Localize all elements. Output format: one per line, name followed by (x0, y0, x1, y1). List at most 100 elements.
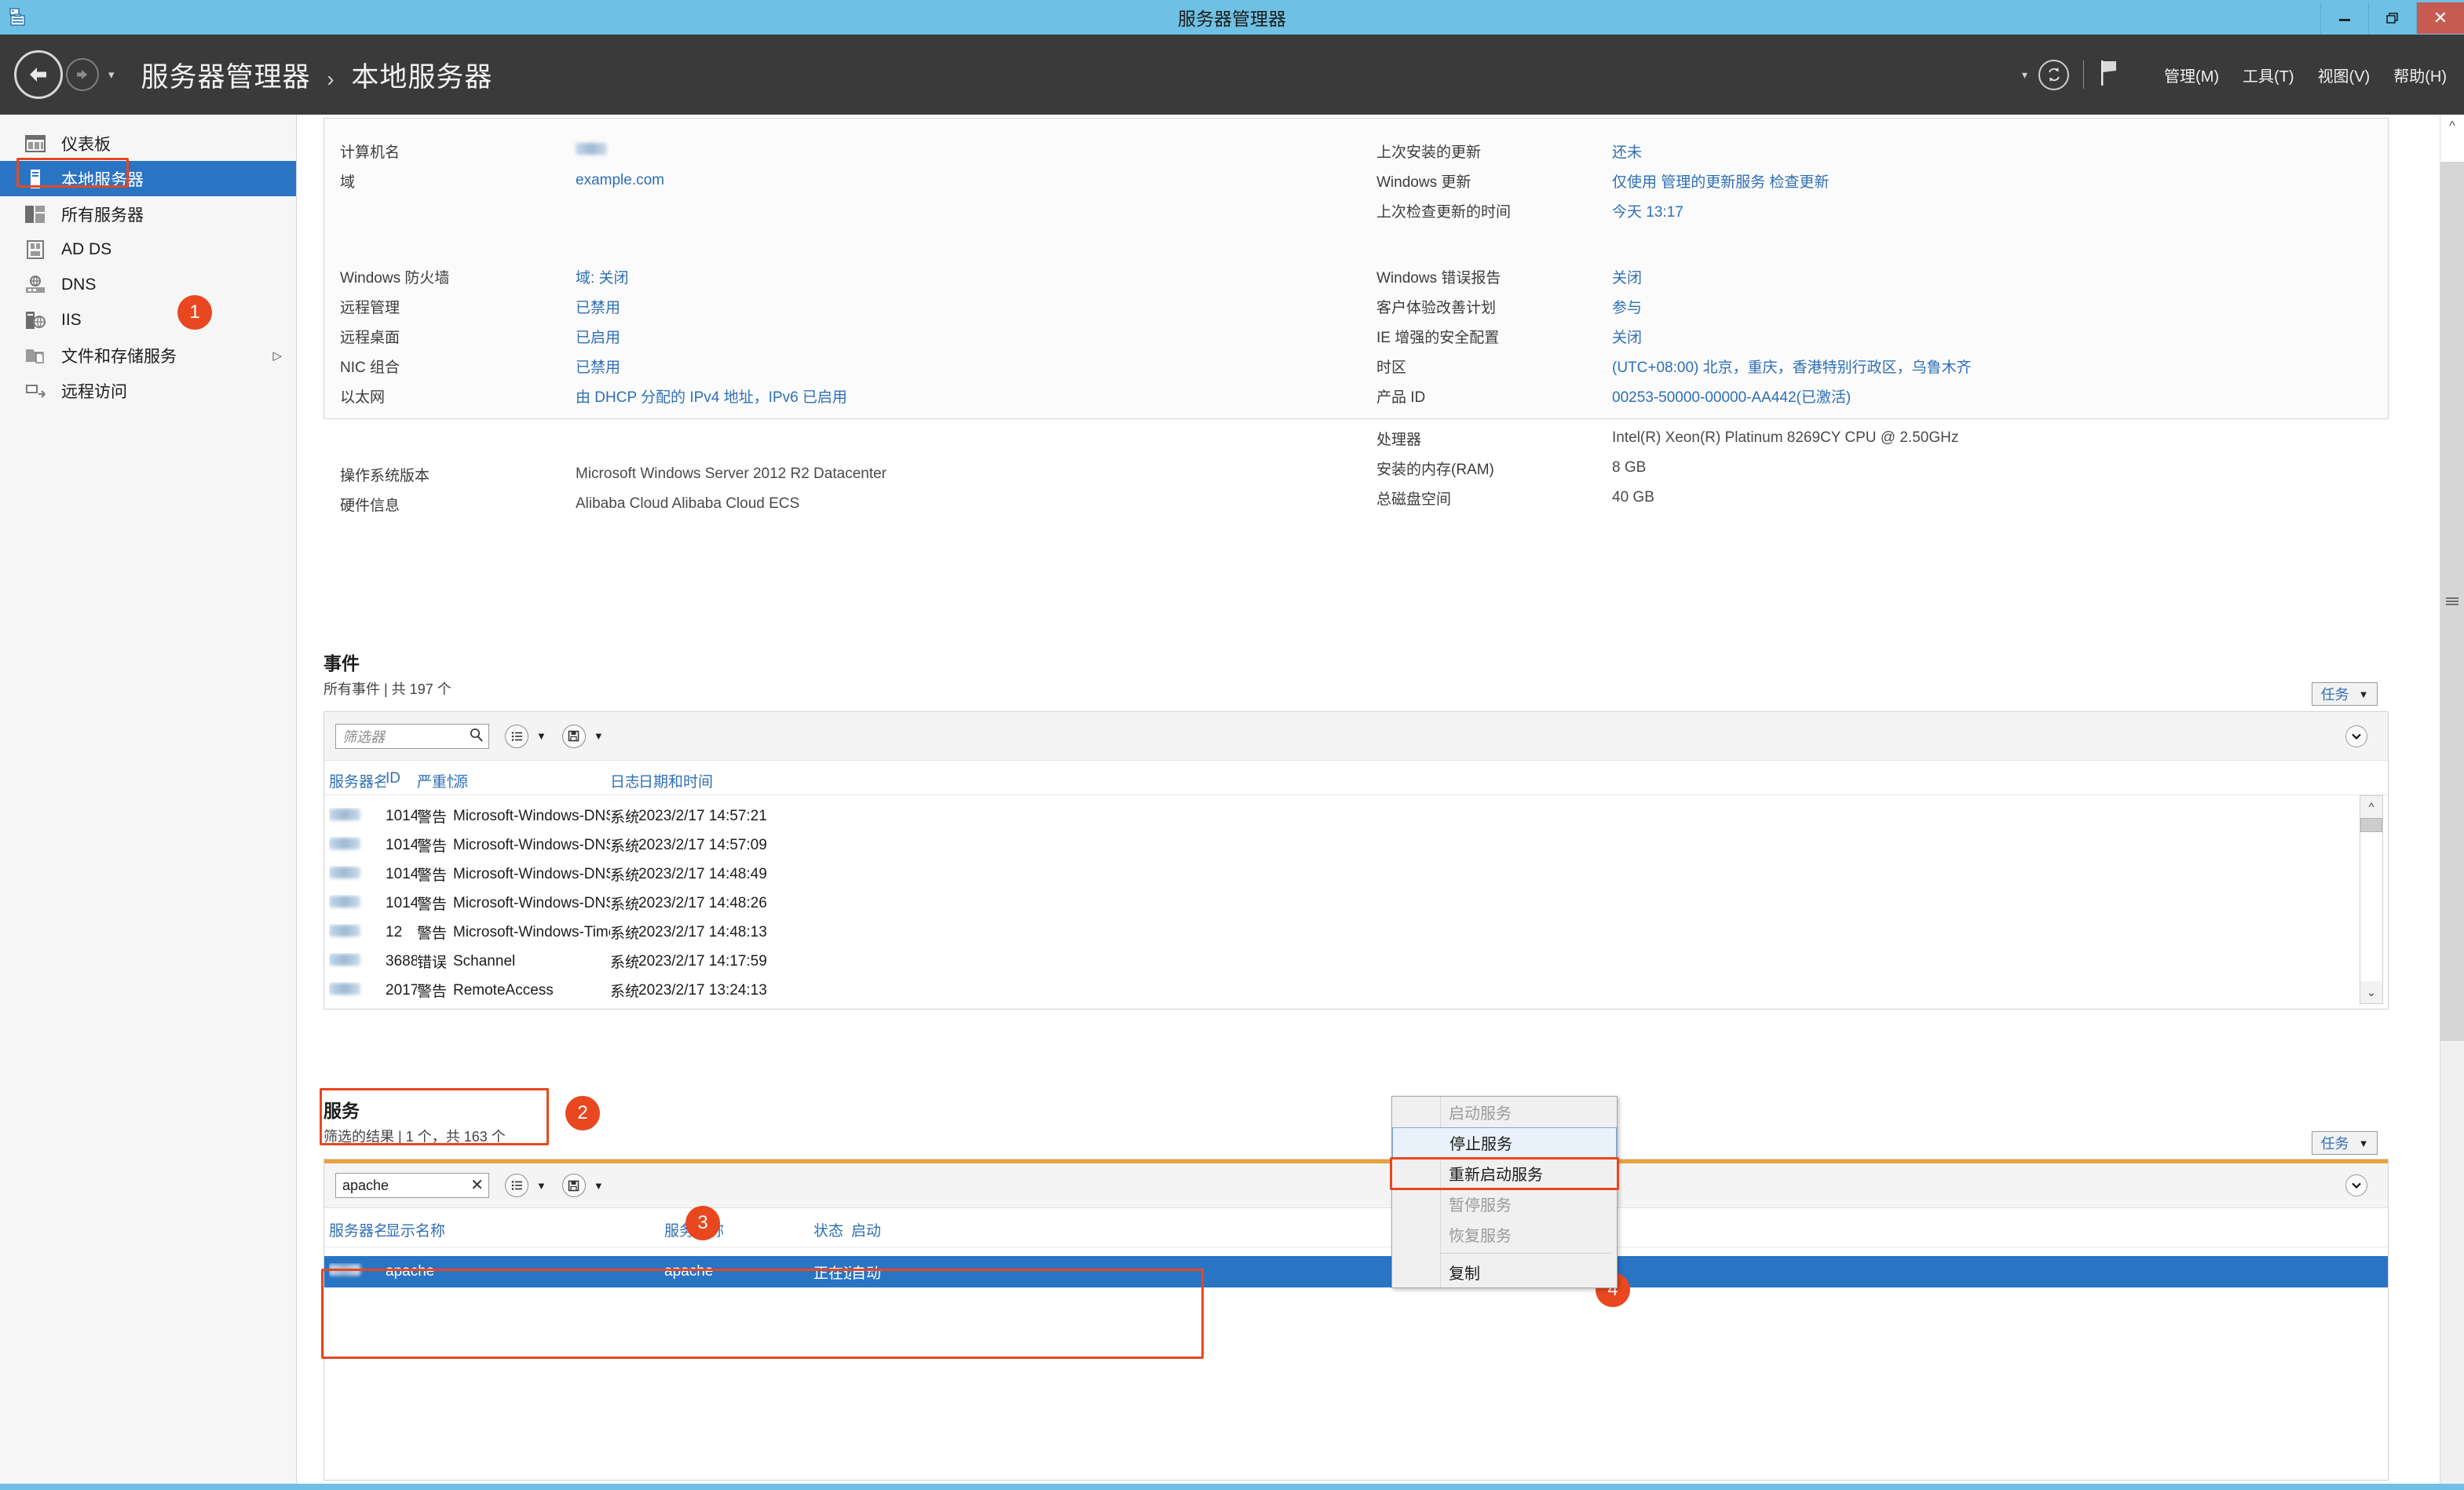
services-column-startup[interactable]: 启动 (851, 1219, 898, 1240)
events-save-icon[interactable] (561, 724, 586, 748)
table-row[interactable]: 12 警告 Microsoft-Windows-Time-Service 系统 … (324, 918, 2388, 947)
breadcrumb-root[interactable]: 服务器管理器 (141, 62, 311, 93)
services-column-display-name[interactable]: 显示名称 (386, 1219, 664, 1240)
context-menu-item-copy[interactable]: 复制 (1392, 1257, 1617, 1287)
events-filter-input[interactable]: 筛选器 (335, 723, 489, 749)
search-icon[interactable] (469, 728, 484, 747)
property-value-ie-esc[interactable]: 关闭 (1612, 326, 1642, 347)
events-column-log[interactable]: 日志 (610, 770, 638, 791)
forward-button[interactable] (66, 58, 99, 91)
header-caret-icon[interactable]: ▾ (2022, 68, 2027, 82)
events-view-caret-icon[interactable]: ▼ (536, 730, 547, 742)
events-save-caret-icon[interactable]: ▼ (594, 730, 604, 742)
events-tasks-button[interactable]: 任务 ▼ (2312, 682, 2378, 706)
sidebar-item-ad-ds[interactable]: AD DS (0, 232, 296, 267)
sidebar-item-iis[interactable]: IIS (0, 302, 296, 338)
redacted-value (329, 837, 360, 849)
property-value-computer-name[interactable] (576, 142, 607, 159)
flag-icon[interactable] (2098, 59, 2120, 91)
services-save-caret-icon[interactable]: ▼ (594, 1180, 604, 1192)
services-collapse-icon[interactable] (2345, 1174, 2367, 1196)
sidebar-item-dashboard[interactable]: 仪表板 (0, 126, 296, 161)
chevron-down-icon: ▼ (2358, 688, 2369, 700)
scroll-thumb[interactable] (2440, 162, 2464, 1041)
server-manager-window: 服务器管理器 ✕ ▾ 服务器管理器 › 本地服务器 ▾ 管理(M) 工具(T) … (0, 0, 2464, 1490)
events-column-id[interactable]: ID (386, 770, 417, 787)
close-button[interactable]: ✕ (2416, 2, 2464, 34)
menu-manage[interactable]: 管理(M) (2164, 64, 2219, 86)
property-value-timezone[interactable]: (UTC+08:00) 北京，重庆，香港特别行政区，乌鲁木齐 (1612, 356, 1972, 377)
services-column-server[interactable]: 服务器名称 ▲ (329, 1219, 386, 1240)
main-vertical-scrollbar[interactable]: ^ (2440, 115, 2464, 1490)
property-value-product-id[interactable]: 00253-50000-00000-AA442(已激活) (1612, 385, 1851, 407)
callout-badge-1: 1 (177, 295, 212, 330)
property-label: 硬件信息 (340, 497, 400, 514)
property-value-error-reporting[interactable]: 关闭 (1612, 266, 1642, 287)
property-value-firewall[interactable]: 域: 关闭 (576, 266, 629, 287)
property-value-last-installed-updates[interactable]: 还未 (1612, 141, 1642, 162)
property-value-remote-management[interactable]: 已禁用 (576, 296, 620, 317)
context-menu-item-pause-service: 暂停服务 (1449, 1197, 1512, 1214)
context-menu-item-stop-service[interactable]: 停止服务 (1392, 1127, 1617, 1158)
services-view-caret-icon[interactable]: ▼ (536, 1180, 547, 1192)
property-value-nic-teaming[interactable]: 已禁用 (576, 356, 620, 377)
nav-history-caret-icon[interactable]: ▾ (108, 68, 115, 82)
menu-view[interactable]: 视图(V) (2318, 64, 2371, 86)
services-tasks-button[interactable]: 任务 ▼ (2312, 1131, 2378, 1155)
scroll-up-arrow-icon[interactable]: ^ (2360, 796, 2382, 818)
events-column-source[interactable]: 源 (453, 770, 610, 791)
maximize-restore-button[interactable] (2368, 2, 2416, 34)
service-display-name: apache (386, 1263, 435, 1280)
property-value-ethernet[interactable]: 由 DHCP 分配的 IPv4 地址，IPv6 已启用 (576, 385, 847, 407)
events-collapse-icon[interactable] (2345, 725, 2367, 747)
menu-help[interactable]: 帮助(H) (2393, 64, 2447, 86)
events-title: 事件 (324, 653, 360, 674)
table-row[interactable]: 20171 警告 RemoteAccess 系统 2023/2/17 13:24… (324, 976, 2388, 1005)
table-row[interactable]: 36888 错误 Schannel 系统 2023/2/17 14:17:59 (324, 947, 2388, 976)
table-row[interactable]: apache apache 正在运行 自动 (324, 1256, 2388, 1287)
scroll-track-top[interactable] (2440, 138, 2464, 162)
callout-badge-2: 2 (565, 1096, 600, 1130)
sidebar-item-dns[interactable]: DNS (0, 267, 296, 302)
property-value-last-checked-updates[interactable]: 今天 13:17 (1612, 200, 1683, 221)
services-filter-input[interactable]: apache ✕ (335, 1173, 489, 1198)
sidebar-item-local-server[interactable]: 本地服务器 (0, 161, 296, 196)
sidebar-item-all-servers[interactable]: 所有服务器 (0, 196, 296, 232)
services-column-status[interactable]: 状态 (813, 1219, 851, 1240)
services-save-icon[interactable] (561, 1174, 586, 1197)
event-server (329, 924, 386, 941)
property-value-remote-desktop[interactable]: 已启用 (576, 326, 620, 347)
events-tasks-label: 任务 (2320, 687, 2349, 703)
property-value-domain[interactable]: example.com (576, 172, 664, 189)
events-column-severity[interactable]: 严重性 (417, 770, 453, 791)
context-menu-item-restart-service[interactable]: 重新启动服务 (1392, 1158, 1617, 1189)
menu-tools[interactable]: 工具(T) (2243, 64, 2294, 86)
scroll-thumb[interactable] (2360, 818, 2382, 832)
event-id: 1014 (386, 836, 417, 853)
table-row[interactable]: 1014 警告 Microsoft-Windows-DNS Client Eve… (324, 889, 2388, 918)
events-column-datetime[interactable]: 日期和时间 ▼ (638, 770, 764, 791)
property-value-disk-space: 40 GB (1612, 489, 1654, 506)
sidebar-item-file-storage[interactable]: 文件和存储服务 ▷ (0, 338, 296, 373)
close-icon[interactable]: ✕ (470, 1175, 484, 1195)
refresh-icon[interactable] (2038, 59, 2070, 90)
table-row[interactable]: 1014 警告 Microsoft-Windows-DNS Client Eve… (324, 802, 2388, 831)
service-name: apache (664, 1263, 714, 1280)
events-view-list-icon[interactable] (505, 724, 528, 748)
scroll-up-arrow-icon[interactable]: ^ (2440, 115, 2464, 138)
table-row[interactable]: 1014 警告 Microsoft-Windows-DNS Client Eve… (324, 860, 2388, 889)
property-value-windows-update[interactable]: 仅使用 管理的更新服务 检查更新 (1612, 170, 1830, 192)
property-value-ceip[interactable]: 参与 (1612, 296, 1642, 317)
sidebar-item-remote-access[interactable]: 远程访问 (0, 373, 296, 408)
event-datetime: 2023/2/17 13:24:13 (638, 981, 767, 999)
events-vertical-scrollbar[interactable]: ^ ⌄ (2360, 795, 2383, 1004)
events-section-heading: 事件 所有事件 | 共 197 个 (324, 648, 451, 699)
events-column-server[interactable]: 服务器名称 (329, 770, 386, 791)
table-row[interactable]: 1014 警告 Microsoft-Windows-DNS Client Eve… (324, 831, 2388, 860)
minimize-button[interactable] (2320, 2, 2368, 34)
chevron-right-icon[interactable]: ▷ (272, 349, 282, 363)
scroll-down-arrow-icon[interactable]: ⌄ (2360, 981, 2382, 1003)
services-view-list-icon[interactable] (505, 1174, 528, 1197)
back-button[interactable] (14, 50, 63, 99)
ad-ds-icon (22, 238, 49, 261)
